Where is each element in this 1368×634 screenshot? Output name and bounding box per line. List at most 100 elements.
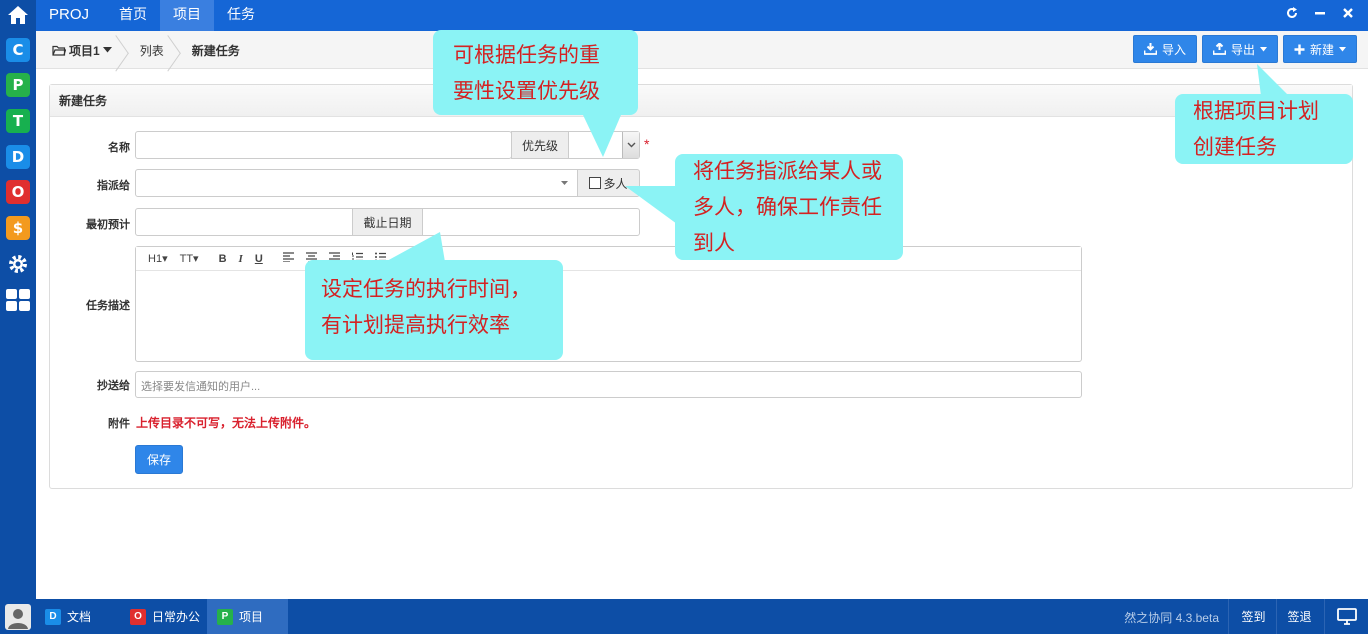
breadcrumb-separator <box>172 31 184 69</box>
top-nav: 首页 项目 任务 <box>106 0 268 31</box>
callout-pointer <box>583 115 621 157</box>
window-controls <box>1286 6 1354 22</box>
taskbar-item-office[interactable]: O 日常办公 <box>120 599 204 634</box>
callout-pointer <box>1257 64 1289 96</box>
nav-home[interactable]: 首页 <box>106 0 160 31</box>
export-button-label: 导出 <box>1230 42 1255 57</box>
save-button[interactable]: 保存 <box>135 445 183 474</box>
attach-warning: 上传目录不可写，无法上传附件。 <box>136 416 317 430</box>
minimize-icon[interactable] <box>1314 6 1326 22</box>
cc-label: 抄送给 <box>97 380 130 392</box>
font-size-button[interactable]: TT▾ <box>176 252 203 265</box>
name-input[interactable] <box>135 131 512 159</box>
checkbox-icon[interactable] <box>589 177 602 189</box>
gear-icon[interactable] <box>6 252 30 276</box>
editor-toolbar: H1▾ TT▾ B I U <box>136 247 1081 271</box>
callout-assign: 将任务指派给某人或多人，确保工作责任到人 <box>625 154 903 260</box>
callout-pointer <box>625 186 677 224</box>
top-bar: PROJ 首页 项目 任务 <box>36 0 1368 31</box>
breadcrumb-current: 新建任务 <box>191 43 240 58</box>
avatar-icon <box>5 603 31 630</box>
new-task-panel: 新建任务 名称 优先级 * 指派给 多人 最初预计 截止日期 任务描述 H1▾ … <box>49 84 1353 489</box>
new-button[interactable]: 新建 <box>1282 35 1357 63</box>
nav-project[interactable]: 项目 <box>160 0 214 31</box>
grid-icon[interactable] <box>6 288 30 312</box>
callout-priority: 可根据任务的重要性设置优先级 <box>433 30 638 157</box>
signin-button[interactable]: 签到 <box>1228 599 1278 634</box>
required-mark: * <box>644 136 650 152</box>
taskbar-item-project[interactable]: P 项目 <box>207 599 288 634</box>
heading-button-label: H1 <box>148 253 163 265</box>
nav-task[interactable]: 任务 <box>214 0 268 31</box>
taskbar-project-label: 项目 <box>239 610 264 624</box>
taskbar-item-docs[interactable]: D 文档 <box>36 599 118 634</box>
app-p-icon[interactable]: P <box>6 73 30 97</box>
desc-editor[interactable]: H1▾ TT▾ B I U <box>135 246 1082 362</box>
import-button[interactable]: 导入 <box>1132 35 1197 63</box>
callout-pointer <box>385 232 445 262</box>
signout-button[interactable]: 签退 <box>1276 599 1322 634</box>
home-icon[interactable] <box>0 0 36 30</box>
assign-label: 指派给 <box>97 180 130 192</box>
heading-button[interactable]: H1▾ <box>144 252 172 265</box>
desktop-icon[interactable] <box>1324 599 1368 634</box>
priority-label: 优先级 <box>511 131 569 159</box>
upload-icon <box>1212 43 1226 55</box>
estimate-label: 最初预计 <box>86 219 130 231</box>
taskbar-office-label: 日常办公 <box>152 610 201 624</box>
callout-priority-text: 可根据任务的重要性设置优先级 <box>453 44 600 103</box>
folder-icon <box>52 45 66 56</box>
version-label: 然之协同 4.3.beta <box>1124 611 1219 625</box>
align-left-icon[interactable] <box>279 252 298 265</box>
name-label: 名称 <box>108 142 130 154</box>
app-rail: C P T D O $ <box>0 0 36 634</box>
refresh-icon[interactable] <box>1286 6 1298 22</box>
breadcrumb-bar: 项目1 列表 新建任务 导入 导出 新建 <box>36 31 1368 69</box>
estimate-input[interactable] <box>135 208 353 236</box>
office-app-icon: O <box>130 608 146 625</box>
callout-plan: 根据项目计划创建任务 <box>1175 64 1353 164</box>
taskbar-docs-label: 文档 <box>67 610 92 624</box>
chevron-down-icon <box>622 132 639 158</box>
underline-button[interactable]: U <box>251 253 267 265</box>
cc-placeholder: 选择要发信通知的用户... <box>141 381 261 393</box>
breadcrumb-project-label: 项目1 <box>69 43 100 58</box>
multi-label: 多人 <box>603 176 628 191</box>
app-c-icon[interactable]: C <box>6 38 30 62</box>
brand-label[interactable]: PROJ <box>49 6 89 23</box>
font-size-button-label: TT <box>179 253 194 265</box>
app-t-icon[interactable]: T <box>6 109 30 133</box>
panel-title: 新建任务 <box>50 85 1352 117</box>
app-d-icon[interactable]: D <box>6 145 30 169</box>
export-button[interactable]: 导出 <box>1201 35 1278 63</box>
app-o-icon[interactable]: O <box>6 180 30 204</box>
docs-app-icon: D <box>45 608 61 625</box>
breadcrumb-separator <box>120 31 132 69</box>
desc-label: 任务描述 <box>86 300 130 312</box>
callout-assign-text: 将任务指派给某人或多人，确保工作责任到人 <box>693 160 882 255</box>
bold-button[interactable]: B <box>215 253 231 265</box>
italic-button[interactable]: I <box>235 253 247 265</box>
callout-plan-text: 根据项目计划创建任务 <box>1193 100 1319 159</box>
close-icon[interactable] <box>1342 6 1354 22</box>
import-button-label: 导入 <box>1161 42 1186 57</box>
breadcrumb: 项目1 列表 新建任务 <box>52 31 240 69</box>
plus-icon <box>1294 44 1305 54</box>
cc-input[interactable]: 选择要发信通知的用户... <box>135 371 1082 398</box>
project-app-icon: P <box>217 608 233 625</box>
caret-down-icon <box>1259 46 1267 51</box>
new-button-label: 新建 <box>1309 42 1334 57</box>
caret-down-icon <box>1339 46 1346 51</box>
assign-select[interactable] <box>135 169 578 197</box>
breadcrumb-project[interactable]: 项目1 <box>52 42 112 59</box>
user-avatar[interactable] <box>0 599 36 634</box>
caret-down-icon <box>561 181 568 185</box>
callout-time: 设定任务的执行时间，有计划提高执行效率 <box>305 232 563 360</box>
download-icon <box>1143 43 1157 55</box>
callout-time-text: 设定任务的执行时间，有计划提高执行效率 <box>321 278 531 337</box>
app-s-icon[interactable]: $ <box>6 216 30 240</box>
page-actions: 导入 导出 新建 <box>1132 35 1357 63</box>
deadline-input[interactable] <box>422 208 640 236</box>
attach-label: 附件 <box>108 418 130 430</box>
taskbar: D 文档 O 日常办公 P 项目 然之协同 4.3.beta 签到 签退 <box>0 599 1368 634</box>
